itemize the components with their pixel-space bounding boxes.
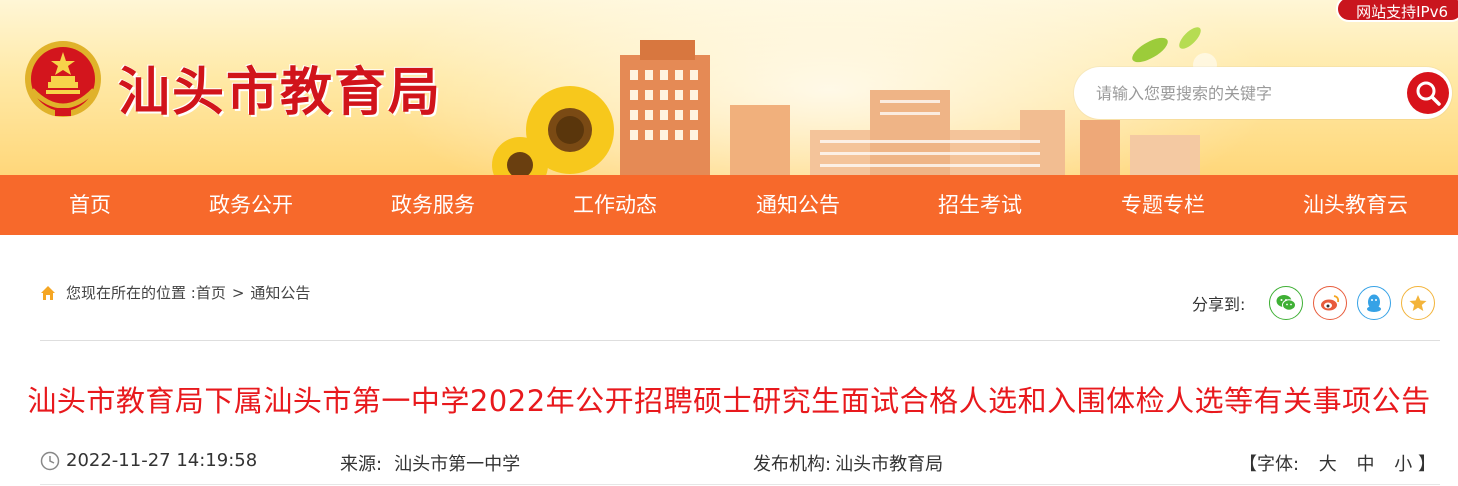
font-size-close-bracket: 】 (1418, 454, 1436, 475)
nav-item-government-services[interactable]: 政务服务 (391, 175, 475, 235)
publisher-value: 汕头市教育局 (835, 454, 944, 475)
article-publish-time: 2022-11-27 14:19:58 (40, 450, 257, 471)
font-size-medium[interactable]: 中 (1357, 454, 1375, 475)
font-size-control: 【字体: 大 中 小 】 (1239, 450, 1436, 476)
share-qzone-button[interactable] (1401, 286, 1436, 320)
article-title: 汕头市教育局下属汕头市第一中学2022年公开招聘硕士研究生面试合格人选和入围体检… (27, 384, 1431, 418)
font-size-small[interactable]: 小 (1394, 454, 1412, 475)
breadcrumb-current-link[interactable]: 通知公告 (250, 282, 310, 303)
ipv6-badge[interactable]: 网站支持IPv6 (1336, 0, 1458, 22)
share-qq-button[interactable] (1357, 286, 1392, 320)
share-weibo-button[interactable] (1313, 286, 1348, 320)
content-divider (40, 340, 1440, 341)
nav-item-home[interactable]: 首页 (69, 175, 111, 235)
nav-item-notices[interactable]: 通知公告 (756, 175, 840, 235)
article-publisher: 发布机构: 汕头市教育局 (753, 450, 943, 476)
breadcrumb-separator: > (231, 283, 245, 302)
nav-item-special-topics[interactable]: 专题专栏 (1121, 175, 1205, 235)
search-input[interactable] (1096, 79, 1396, 107)
qq-icon (1367, 294, 1382, 312)
wechat-icon (1276, 295, 1297, 311)
nav-item-admissions[interactable]: 招生考试 (938, 175, 1022, 235)
nav-item-work-news[interactable]: 工作动态 (573, 175, 657, 235)
breadcrumb-home-link[interactable]: 首页 (196, 282, 226, 303)
font-size-label: 【字体: (1238, 454, 1300, 475)
publish-datetime: 2022-11-27 14:19:58 (66, 450, 258, 471)
share-label: 分享到: (1192, 295, 1246, 314)
qzone-icon (1409, 295, 1427, 311)
search-box (1074, 67, 1452, 119)
breadcrumb-prefix: 您现在所在的位置 : (66, 284, 196, 302)
search-icon (1416, 81, 1441, 106)
site-title[interactable]: 汕头市教育局 (118, 50, 442, 125)
clock-icon (40, 451, 60, 470)
font-size-large[interactable]: 大 (1319, 454, 1337, 475)
main-nav: 首页 政务公开 政务服务 工作动态 通知公告 招生考试 专题专栏 汕头教育云 (0, 175, 1458, 235)
search-button[interactable] (1407, 72, 1449, 114)
publisher-label: 发布机构: (753, 454, 832, 475)
source-label: 来源: (340, 454, 383, 475)
national-emblem-icon (25, 41, 101, 117)
share-bar: 分享到: (1192, 286, 1436, 320)
source-value: 汕头市第一中学 (394, 454, 521, 475)
nav-item-education-cloud[interactable]: 汕头教育云 (1303, 175, 1408, 235)
meta-divider (40, 484, 1440, 485)
home-icon (41, 285, 55, 300)
site-header: 汕头市教育局 网站支持IPv6 请输入您要搜索的关键字 (0, 0, 1458, 175)
article-source: 来源: 汕头市第一中学 (340, 450, 520, 476)
share-wechat-button[interactable] (1269, 286, 1304, 320)
nav-item-government-affairs[interactable]: 政务公开 (209, 175, 293, 235)
weibo-icon (1321, 295, 1340, 311)
breadcrumb: 您现在所在的位置 : 首页 > 通知公告 (40, 282, 310, 303)
